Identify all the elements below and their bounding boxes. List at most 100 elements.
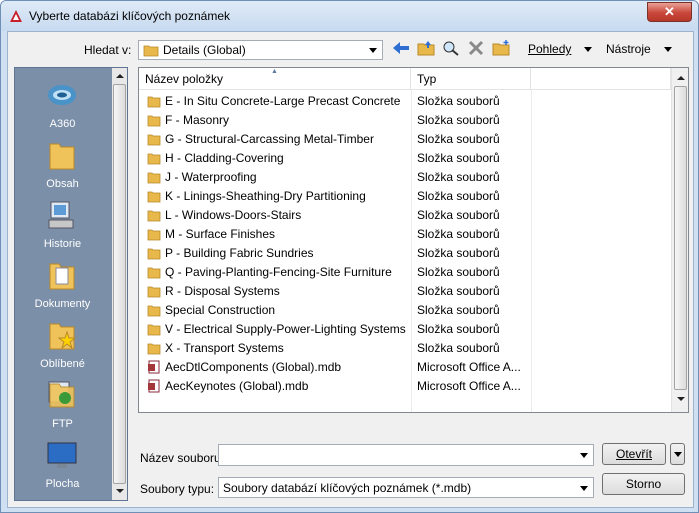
folder-icon bbox=[147, 248, 161, 260]
filename-input[interactable] bbox=[218, 444, 594, 466]
place-label: Historie bbox=[43, 238, 82, 250]
place-label: A360 bbox=[49, 118, 76, 130]
column-header-name[interactable]: Název položky ▲ bbox=[139, 68, 411, 90]
place-label: FTP bbox=[52, 418, 73, 430]
dialog-window: Vyberte databázi klíčových poznámek ✕ Hl… bbox=[0, 0, 699, 513]
folder-icon bbox=[147, 305, 161, 317]
places-scroll-thumb[interactable] bbox=[113, 84, 126, 484]
list-item[interactable]: Q - Paving-Planting-Fencing-Site Furnitu… bbox=[139, 263, 671, 282]
place-historie[interactable]: Historie bbox=[15, 196, 110, 256]
folder-icon bbox=[147, 96, 161, 108]
list-item[interactable]: E - In Situ Concrete-Large Precast Concr… bbox=[139, 92, 671, 111]
folder-icon bbox=[147, 134, 161, 146]
folder-icon bbox=[147, 286, 161, 298]
look-in-dropdown-arrow[interactable] bbox=[366, 41, 380, 59]
access-database-icon bbox=[148, 379, 160, 393]
tools-label: Nástroje bbox=[606, 42, 651, 56]
list-item-type: Složka souborů bbox=[417, 208, 500, 222]
place-ftp[interactable]: FTP bbox=[15, 376, 110, 436]
place-label: Dokumenty bbox=[34, 298, 91, 310]
list-item-name: AecKeynotes (Global).mdb bbox=[165, 379, 309, 393]
list-item-type: Složka souborů bbox=[417, 227, 500, 241]
list-item-type: Složka souborů bbox=[417, 341, 500, 355]
filename-text-input[interactable] bbox=[223, 447, 563, 463]
column-header-empty[interactable] bbox=[531, 68, 671, 90]
cancel-button[interactable]: Storno bbox=[602, 473, 685, 495]
list-item-name: H - Cladding-Covering bbox=[165, 151, 284, 165]
filename-dropdown-arrow[interactable] bbox=[577, 446, 591, 464]
search-web-icon[interactable] bbox=[441, 39, 461, 57]
favorites-icon bbox=[49, 323, 77, 350]
open-button[interactable]: Otevřít bbox=[602, 443, 666, 465]
tools-menu[interactable]: Nástroje bbox=[606, 42, 651, 56]
list-item[interactable]: J - Waterproofing Složka souborů bbox=[139, 168, 671, 187]
list-item-type: Složka souborů bbox=[417, 303, 500, 317]
place-label: Oblíbené bbox=[40, 358, 85, 370]
list-item[interactable]: F - Masonry Složka souborů bbox=[139, 111, 671, 130]
folder-icon bbox=[143, 45, 159, 57]
window-title: Vyberte databázi klíčových poznámek bbox=[29, 9, 230, 23]
list-item[interactable]: G - Structural-Carcassing Metal-Timber Sl… bbox=[139, 130, 671, 149]
filename-label: Název souboru: bbox=[140, 451, 225, 465]
list-item[interactable]: AecDtlComponents (Global).mdb Microsoft O… bbox=[139, 358, 671, 377]
list-item-type: Složka souborů bbox=[417, 189, 500, 203]
scroll-down-arrow[interactable] bbox=[674, 394, 687, 406]
look-in-label-text: Hledat v: bbox=[84, 43, 132, 57]
folder-icon bbox=[49, 143, 75, 170]
list-item[interactable]: R - Disposal Systems Složka souborů bbox=[139, 282, 671, 301]
a360-icon bbox=[48, 85, 76, 105]
filetype-select[interactable]: Soubory databází klíčových poznámek (*.m… bbox=[218, 477, 594, 498]
close-button[interactable]: ✕ bbox=[647, 2, 692, 22]
place-a360[interactable]: A360 bbox=[15, 76, 110, 136]
delete-icon[interactable] bbox=[466, 39, 486, 57]
ftp-icon bbox=[48, 381, 75, 408]
look-in-label: Hledat v: bbox=[84, 43, 131, 57]
list-item[interactable]: X - Transport Systems Složka souborů bbox=[139, 339, 671, 358]
list-item-type: Složka souborů bbox=[417, 322, 500, 336]
list-item[interactable]: K - Linings-Sheathing-Dry Partitioning Sl… bbox=[139, 187, 671, 206]
place-obsah[interactable]: Obsah bbox=[15, 136, 110, 196]
list-item[interactable]: M - Surface Finishes Složka souborů bbox=[139, 225, 671, 244]
place-plocha[interactable]: Plocha bbox=[15, 436, 110, 496]
list-item[interactable]: H - Cladding-Covering Složka souborů bbox=[139, 149, 671, 168]
views-menu[interactable]: Pohledy bbox=[528, 42, 571, 56]
new-folder-icon[interactable] bbox=[491, 39, 511, 57]
views-dropdown-arrow[interactable] bbox=[584, 47, 592, 52]
list-item[interactable]: Special Construction Složka souborů bbox=[139, 301, 671, 320]
look-in-combo[interactable]: Details (Global) bbox=[138, 40, 383, 60]
open-options-button[interactable] bbox=[670, 443, 685, 465]
dialog-client: Hledat v: Details (Global) Pohledy Nástr… bbox=[7, 31, 694, 508]
places-bar: A360 Obsah Historie Dokumenty Oblíbené F… bbox=[14, 67, 128, 501]
list-item[interactable]: L - Windows-Doors-Stairs Složka souborů bbox=[139, 206, 671, 225]
tools-dropdown-arrow[interactable] bbox=[664, 47, 672, 52]
folder-icon bbox=[147, 210, 161, 222]
list-item[interactable]: V - Electrical Supply-Power-Lighting Sys… bbox=[139, 320, 671, 339]
place-dokumenty[interactable]: Dokumenty bbox=[15, 256, 110, 316]
file-list-scrollbar[interactable] bbox=[671, 68, 688, 412]
list-item-name: V - Electrical Supply-Power-Lighting Sys… bbox=[165, 322, 406, 336]
scroll-up-arrow[interactable] bbox=[674, 72, 687, 84]
scroll-up-arrow[interactable] bbox=[113, 70, 126, 82]
filetype-dropdown-arrow[interactable] bbox=[577, 479, 591, 497]
access-database-icon bbox=[148, 360, 160, 374]
file-list-scroll-thumb[interactable] bbox=[674, 86, 687, 390]
places-scrollbar[interactable] bbox=[112, 68, 127, 500]
filetype-value: Soubory databází klíčových poznámek (*.m… bbox=[223, 481, 472, 495]
up-folder-icon[interactable] bbox=[416, 39, 436, 57]
list-item-type: Složka souborů bbox=[417, 284, 500, 298]
back-arrow-icon[interactable] bbox=[391, 39, 411, 57]
list-item-name: P - Building Fabric Sundries bbox=[165, 246, 314, 260]
list-item-name: M - Surface Finishes bbox=[165, 227, 276, 241]
list-item-name: K - Linings-Sheathing-Dry Partitioning bbox=[165, 189, 366, 203]
scroll-down-arrow[interactable] bbox=[113, 486, 126, 498]
list-item-type: Složka souborů bbox=[417, 170, 500, 184]
file-list: Název položky ▲ Typ E - In Situ Concrete… bbox=[138, 67, 689, 413]
cancel-label: Storno bbox=[625, 477, 662, 491]
folder-icon bbox=[147, 267, 161, 279]
title-bar[interactable]: Vyberte databázi klíčových poznámek ✕ bbox=[1, 1, 698, 31]
place-oblibene[interactable]: Oblíbené bbox=[15, 316, 110, 376]
list-item[interactable]: AecKeynotes (Global).mdb Microsoft Office… bbox=[139, 377, 671, 396]
list-item[interactable]: P - Building Fabric Sundries Složka soubo… bbox=[139, 244, 671, 263]
look-in-value: Details (Global) bbox=[163, 43, 246, 57]
column-header-type[interactable]: Typ bbox=[411, 68, 531, 90]
